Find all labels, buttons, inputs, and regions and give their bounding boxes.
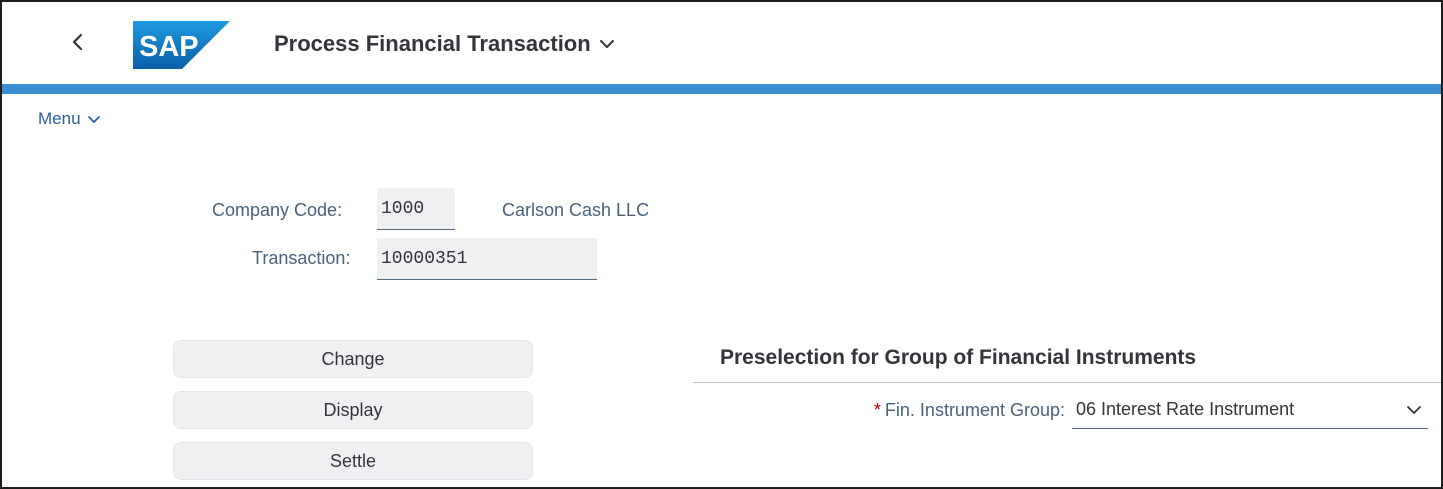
company-name: Carlson Cash LLC (502, 200, 650, 220)
change-button[interactable]: Change (173, 340, 533, 378)
menu-label: Menu (38, 109, 81, 128)
display-button[interactable]: Display (173, 391, 533, 429)
shell-bar: SAP Process Financial Transaction (2, 2, 1441, 84)
transaction-value: 10000351 (381, 248, 468, 269)
transaction-label: Transaction: (252, 248, 351, 268)
fin-instrument-group-select[interactable]: 06 Interest Rate Instrument (1072, 391, 1428, 429)
back-icon (71, 33, 85, 56)
back-button[interactable] (58, 24, 98, 64)
section-title: Preselection for Group of Financial Inst… (720, 346, 1197, 369)
fin-instrument-group-label-text: Fin. Instrument Group: (884, 400, 1065, 420)
sap-logo: SAP (133, 21, 230, 69)
company-code-input[interactable]: 1000 (377, 188, 455, 230)
company-code-label: Company Code: (212, 200, 343, 220)
transaction-input[interactable]: 10000351 (377, 238, 597, 280)
chevron-down-icon (599, 39, 615, 49)
fin-instrument-group-value: 06 Interest Rate Instrument (1076, 399, 1295, 419)
section-divider (693, 382, 1441, 383)
shell-accent-bar (2, 84, 1441, 94)
app-title-menu[interactable]: Process Financial Transaction (274, 28, 615, 60)
chevron-down-icon (87, 115, 101, 124)
settle-button[interactable]: Settle (173, 442, 533, 480)
svg-text:SAP: SAP (139, 31, 199, 63)
menu-button[interactable]: Menu (38, 109, 101, 129)
fin-instrument-group-label: * Fin. Instrument Group: (874, 400, 1065, 421)
app-window: SAP Process Financial Transaction Menu C… (0, 0, 1443, 489)
company-code-value: 1000 (381, 198, 425, 219)
chevron-down-icon[interactable] (1400, 405, 1428, 415)
required-indicator: * (873, 400, 881, 420)
app-title: Process Financial Transaction (274, 31, 591, 56)
